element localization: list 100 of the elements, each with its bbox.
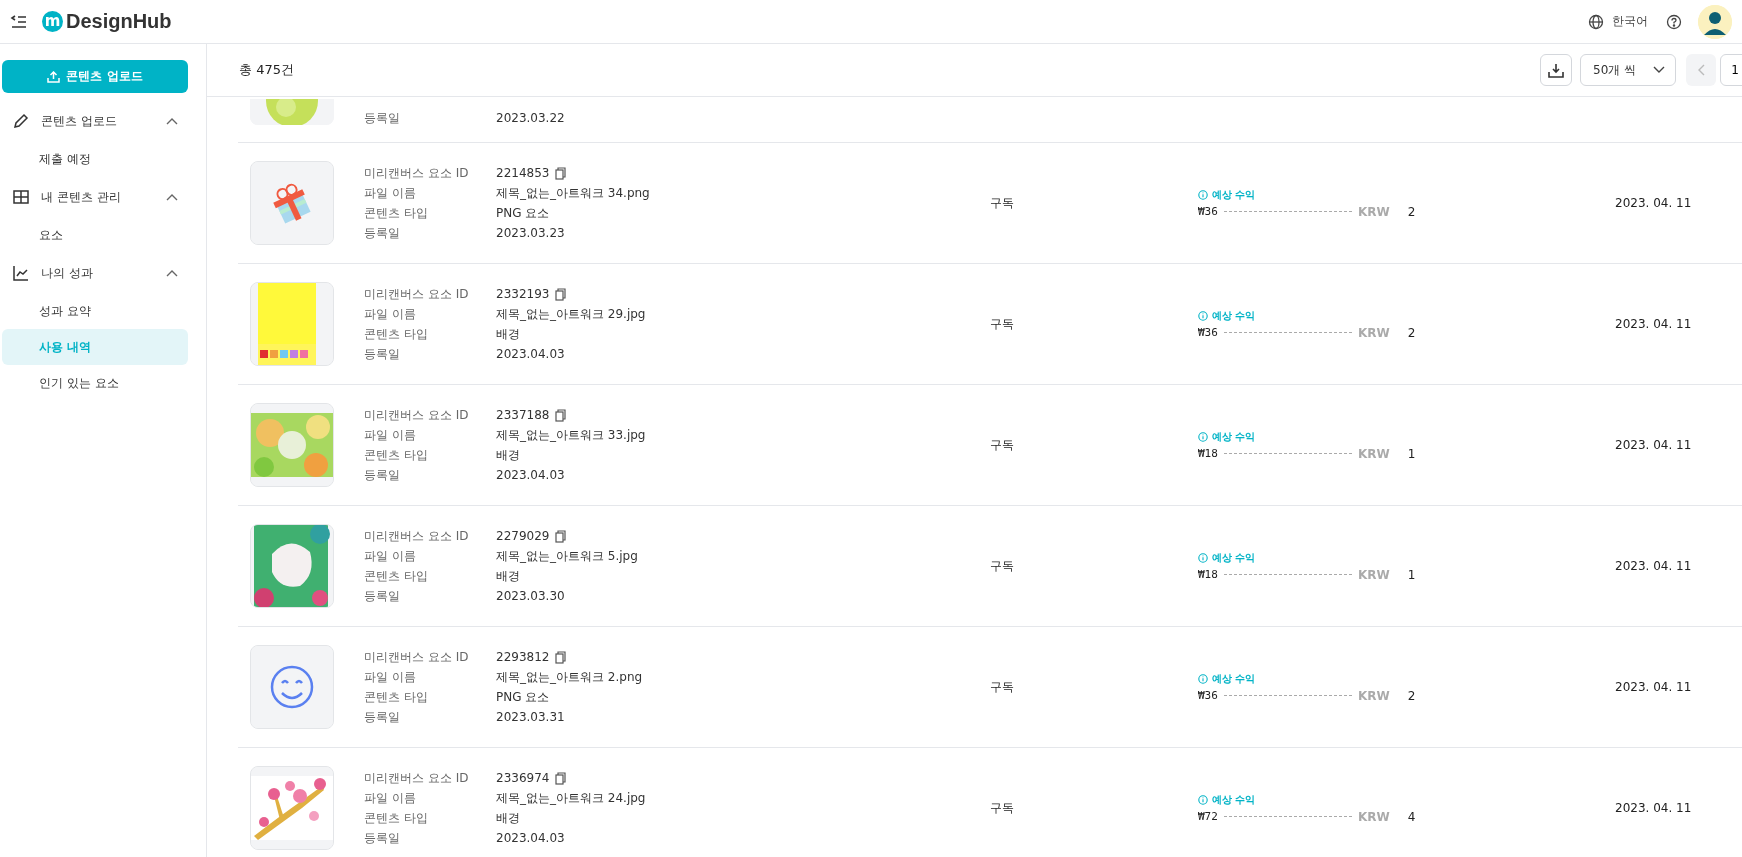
chart-icon: [12, 264, 30, 282]
revenue-amount: ₩36: [1198, 689, 1218, 702]
field-value: PNG 요소: [496, 205, 551, 221]
plan-type: 구독: [990, 315, 1015, 333]
info-icon: [1198, 673, 1208, 684]
copy-icon[interactable]: [555, 408, 567, 422]
info-icon: [1198, 310, 1208, 321]
sidebar-item[interactable]: 인기 있는 요소: [2, 365, 188, 401]
chevron-icon: [166, 117, 178, 125]
usage-date: 2023. 04. 11: [1615, 196, 1693, 210]
usage-count: 1: [1407, 446, 1416, 461]
field-value: 배경: [496, 568, 521, 584]
chevron-icon: [166, 269, 178, 277]
currency: KRW: [1357, 446, 1390, 461]
revenue-amount: ₩18: [1198, 568, 1218, 581]
info-icon: [1198, 552, 1208, 563]
field-value: 2023.03.31: [496, 709, 566, 725]
copy-icon[interactable]: [555, 771, 567, 785]
field-label: 미리캔버스 요소 ID: [364, 649, 470, 665]
usage-count: 4: [1407, 809, 1416, 824]
field-value: 2279029: [496, 528, 550, 544]
usage-date: 2023. 04. 11: [1615, 680, 1693, 694]
field-label: 미리캔버스 요소 ID: [364, 286, 470, 302]
revenue-label: 예상 수익: [1198, 187, 1615, 202]
field-label: 등록일: [364, 110, 401, 126]
field-label: 파일 이름: [364, 548, 417, 564]
globe-icon[interactable]: [1588, 13, 1604, 30]
sidebar-item[interactable]: 요소: [2, 217, 188, 253]
language-selector[interactable]: 한국어: [1612, 13, 1648, 30]
sidebar-section[interactable]: 나의 성과: [2, 253, 188, 293]
field-label: 등록일: [364, 225, 401, 241]
page-button[interactable]: 1: [1720, 54, 1742, 86]
field-label: 콘텐츠 타입: [364, 326, 429, 342]
currency: KRW: [1357, 325, 1390, 340]
usage-date: 2023. 04. 11: [1615, 317, 1693, 331]
field-label: 미리캔버스 요소 ID: [364, 165, 470, 181]
field-label: 콘텐츠 타입: [364, 810, 429, 826]
field-value: 2023.03.22: [496, 110, 566, 126]
field-value: 2332193: [496, 286, 550, 302]
usage-date: 2023. 04. 11: [1615, 438, 1693, 452]
field-value: 2337188: [496, 407, 550, 423]
field-label: 미리캔버스 요소 ID: [364, 770, 470, 786]
field-label: 콘텐츠 타입: [364, 447, 429, 463]
info-icon: [1198, 431, 1208, 442]
menu-icon[interactable]: [10, 13, 28, 30]
field-value: 제목_없는_아트워크 34.png: [496, 185, 651, 201]
field-value: 2214853: [496, 165, 550, 181]
field-value: 2023.03.23: [496, 225, 566, 241]
sidebar-section[interactable]: 콘텐츠 업로드: [2, 101, 188, 141]
field-value: 제목_없는_아트워크 2.png: [496, 669, 644, 685]
revenue-label: 예상 수익: [1198, 792, 1615, 807]
field-label: 파일 이름: [364, 669, 417, 685]
usage-count: 2: [1407, 325, 1416, 340]
upload-icon: [47, 70, 61, 83]
total-count: 총 475건: [239, 61, 294, 79]
sidebar-section[interactable]: 내 콘텐츠 관리: [2, 177, 188, 217]
field-label: 파일 이름: [364, 185, 417, 201]
revenue-label: 예상 수익: [1198, 429, 1615, 444]
usage-date: 2023. 04. 11: [1615, 801, 1693, 815]
field-label: 등록일: [364, 467, 401, 483]
copy-icon[interactable]: [555, 650, 567, 664]
field-label: 파일 이름: [364, 427, 417, 443]
field-value: 제목_없는_아트워크 33.jpg: [496, 427, 647, 443]
field-value: 제목_없는_아트워크 24.jpg: [496, 790, 647, 806]
page-size-dropdown[interactable]: 50개 씩: [1580, 54, 1676, 86]
info-icon: [1198, 794, 1208, 805]
sidebar-item[interactable]: 성과 요약: [2, 293, 188, 329]
field-value: 2023.04.03: [496, 346, 566, 362]
field-value: 제목_없는_아트워크 29.jpg: [496, 306, 647, 322]
field-value: 배경: [496, 447, 521, 463]
pencil-icon: [12, 112, 30, 130]
usage-count: 2: [1407, 688, 1416, 703]
plan-type: 구독: [990, 678, 1015, 696]
info-icon: [1198, 189, 1208, 200]
usage-count: 1: [1407, 567, 1416, 582]
field-value: 2023.04.03: [496, 467, 566, 483]
copy-icon[interactable]: [555, 529, 567, 543]
copy-icon[interactable]: [555, 166, 567, 180]
download-button[interactable]: [1540, 54, 1572, 86]
field-value: PNG 요소: [496, 689, 551, 705]
help-icon[interactable]: [1666, 13, 1682, 30]
field-label: 등록일: [364, 830, 401, 846]
layout-icon: [12, 188, 30, 206]
revenue-label: 예상 수익: [1198, 550, 1615, 565]
revenue-label: 예상 수익: [1198, 671, 1615, 686]
logo-mark: m: [42, 11, 63, 32]
sidebar-item[interactable]: 제출 예정: [2, 141, 188, 177]
revenue-amount: ₩36: [1198, 326, 1218, 339]
copy-icon[interactable]: [555, 287, 567, 301]
field-value: 배경: [496, 810, 521, 826]
avatar[interactable]: [1698, 4, 1732, 39]
field-value: 2023.04.03: [496, 830, 566, 846]
field-value: 제목_없는_아트워크 5.jpg: [496, 548, 639, 564]
download-icon: [1548, 62, 1564, 78]
revenue-amount: ₩18: [1198, 447, 1218, 460]
field-label: 파일 이름: [364, 306, 417, 322]
field-label: 콘텐츠 타입: [364, 689, 429, 705]
field-label: 등록일: [364, 346, 401, 362]
logo-text: DesignHub: [66, 10, 172, 33]
plan-type: 구독: [990, 799, 1015, 817]
